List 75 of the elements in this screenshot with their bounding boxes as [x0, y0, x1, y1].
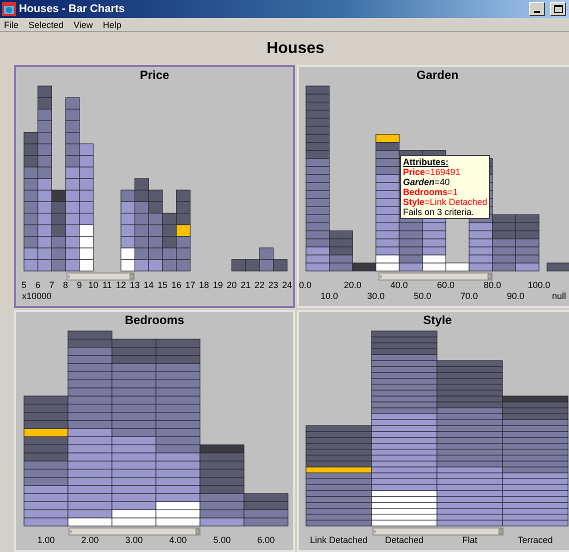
chart-panel[interactable]: Garden 0.0 10.0 20.0 30.0 40.0 50.0 60.0 70.0 80.0 90.0 100.0 null Attributes: Price=169491 Garden=40 Bedrooms=1 Style=Link Detached Fails on 3 criteria. [297, 65, 569, 308]
histogram-bar [231, 259, 246, 272]
histogram-bar [546, 262, 569, 272]
histogram-bar [515, 214, 540, 272]
range-slider[interactable] [66, 272, 134, 280]
axis-label: 6.00 [257, 535, 275, 545]
range-slider[interactable] [372, 528, 504, 536]
axis-label: Detached [384, 535, 424, 545]
tooltip-line: Price=169491 [403, 167, 462, 177]
tooltip-heading: Attributes: [403, 157, 450, 167]
axis-unit: x10000 [22, 291, 52, 301]
histogram-bar [162, 212, 177, 272]
axis-label: 12 [116, 280, 126, 290]
tooltip-line: Garden=40 [403, 177, 451, 187]
axis-label: 3.00 [125, 535, 143, 545]
menu-item[interactable]: View [74, 20, 98, 30]
app-icon [2, 2, 16, 16]
axis-label: 0.0 [299, 280, 312, 290]
axis-label: 40.0 [390, 280, 408, 290]
axis-label: 23 [268, 280, 278, 290]
axis-label: 90.0 [506, 291, 524, 301]
axis-label: 50.0 [414, 291, 432, 301]
axis-label: 1.00 [37, 535, 55, 545]
chart-title: Style [423, 312, 452, 329]
window-title: Houses - Bar Charts [19, 3, 126, 15]
chart-panel[interactable]: Style Link Detached Detached Flat Terraced [297, 310, 569, 552]
tooltip-summary: Fails on 3 criteria. [403, 207, 476, 217]
chart-panel[interactable]: Price 5 6 7 8 9 10 11 12 13 14 15 16 17 18 19 20 21 22 23 24 x10000 [14, 65, 295, 308]
axis-label: 18 [199, 280, 210, 290]
axis-label: Link Detached [310, 535, 368, 545]
axis-label: 70.0 [460, 291, 478, 301]
axis-label: 8 [63, 280, 68, 290]
menu-item[interactable]: Help [102, 20, 126, 30]
axis-label: 17 [185, 280, 196, 290]
axis-label: 20.0 [344, 280, 362, 290]
range-slider[interactable] [68, 528, 200, 536]
maximize-button[interactable] [550, 2, 566, 16]
axis-label: 15 [158, 280, 168, 290]
axis-label: 22 [254, 280, 264, 290]
maximize-icon [554, 5, 562, 13]
chart-panel[interactable]: Bedrooms 1.00 2.00 3.00 4.00 5.00 6.00 [14, 310, 295, 552]
menu-item[interactable]: File [4, 20, 24, 30]
axis-label: 4.00 [169, 535, 187, 545]
axis-label: 21 [240, 280, 251, 290]
axis-label: 11 [102, 280, 112, 290]
axis-label: 6 [35, 280, 40, 290]
page-heading: Houses [266, 38, 326, 58]
axis-label: 2.00 [81, 535, 99, 545]
axis-label: 24 [282, 280, 292, 290]
axis-label: null [552, 291, 566, 301]
axis-label: Terraced [518, 535, 553, 545]
axis-label: 5 [22, 280, 26, 290]
chart-title: Bedrooms [124, 312, 184, 329]
menu-item[interactable]: Selected [28, 20, 69, 30]
chart-title: Garden [416, 67, 458, 84]
axis-label: 100.0 [528, 280, 550, 290]
tooltip-line: Style=Link Detached [403, 197, 488, 207]
axis-label: 14 [144, 280, 154, 290]
axis-label: 16 [171, 280, 182, 290]
axis-label: 19 [212, 280, 223, 290]
axis-label: 20 [226, 280, 237, 290]
chart-title: Price [140, 67, 170, 84]
axis-label: 5.00 [213, 535, 231, 545]
tooltip-line: Bedrooms=1 [403, 187, 459, 197]
axis-label: 10 [88, 280, 98, 290]
minimize-button[interactable] [529, 2, 545, 16]
range-slider[interactable] [378, 272, 492, 280]
axis-label: 10.0 [320, 291, 338, 301]
axis-label: Flat [462, 535, 478, 545]
axis-label: 60.0 [437, 280, 455, 290]
axis-label: 30.0 [367, 291, 385, 301]
axis-label: 80.0 [484, 280, 502, 290]
axis-label: 7 [49, 280, 54, 290]
axis-label: 13 [130, 280, 140, 290]
axis-label: 9 [76, 280, 82, 290]
